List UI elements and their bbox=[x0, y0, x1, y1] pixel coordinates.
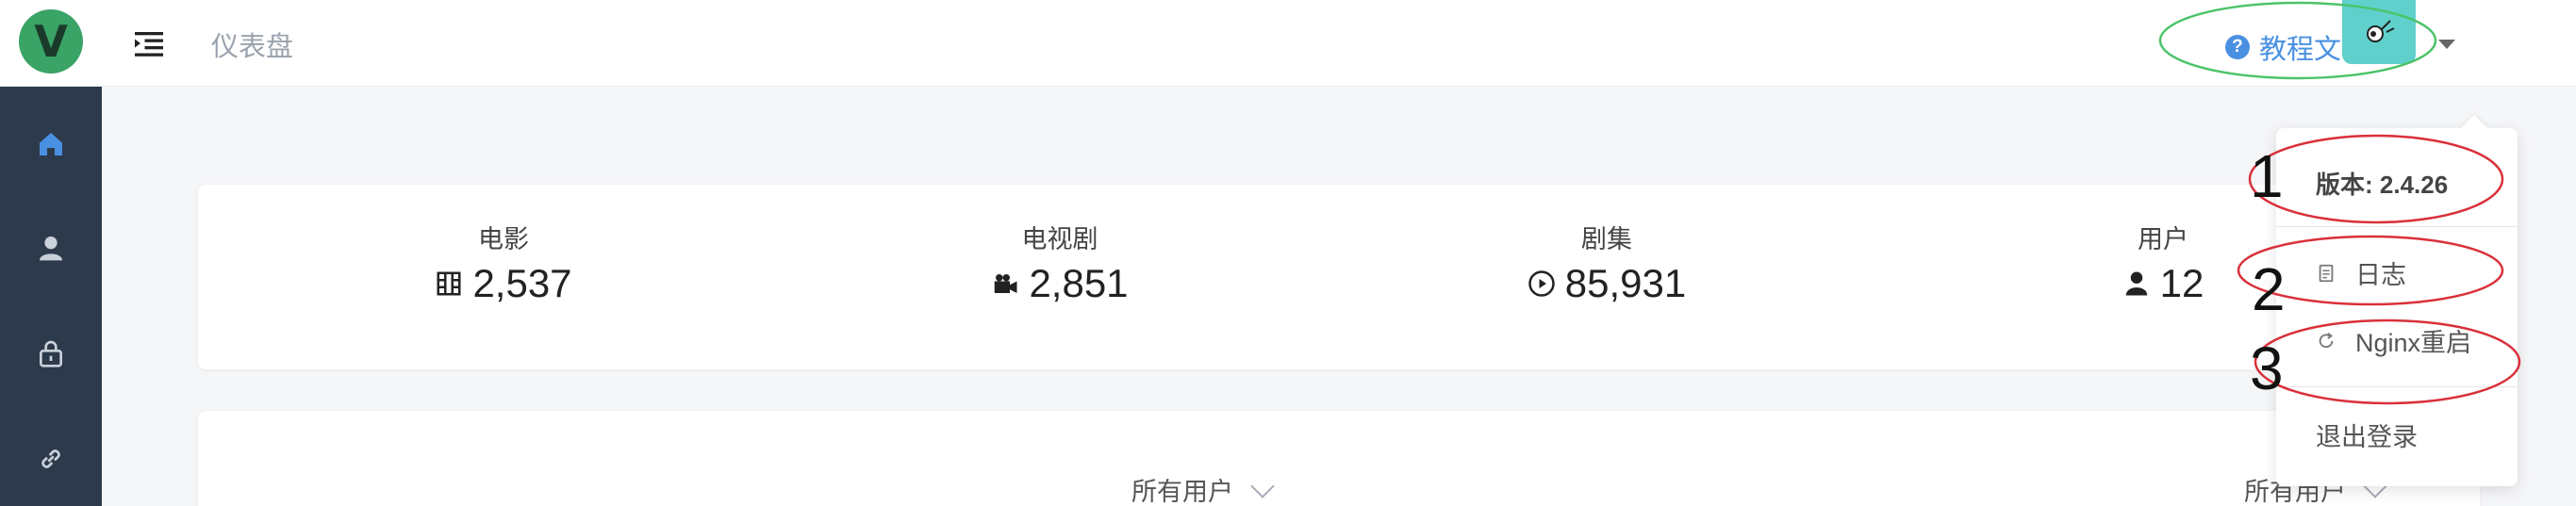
annotation-number: 1 bbox=[2250, 142, 2284, 210]
sidebar: V bbox=[0, 0, 102, 506]
stat-episodes: 剧集 85,931 bbox=[1418, 219, 1795, 306]
lock-icon bbox=[40, 340, 62, 367]
stat-label: 电视剧 bbox=[1021, 225, 1098, 253]
refresh-icon bbox=[2319, 332, 2334, 348]
stats-card: 电影 2,537 电视剧 2,851 剧集 85,931 用户 12 bbox=[198, 185, 2480, 369]
annotation-number: 3 bbox=[2250, 335, 2284, 402]
sidebar-item-lock[interactable] bbox=[0, 311, 102, 396]
sidebar-item-user[interactable] bbox=[0, 205, 102, 290]
sidebar-item-home[interactable] bbox=[0, 102, 102, 187]
version-text: 版本: 2.4.26 bbox=[2316, 171, 2449, 199]
filter-card: 所有用户 所有用户 bbox=[198, 411, 2480, 506]
page-title: 仪表盘 bbox=[211, 32, 294, 62]
avatar[interactable] bbox=[2342, 0, 2416, 64]
menu-toggle-icon[interactable] bbox=[132, 26, 166, 60]
user-filter-select[interactable]: 所有用户 bbox=[1131, 471, 1275, 506]
stat-value: 2,537 bbox=[472, 261, 572, 305]
menu-item-logout[interactable]: 退出登录 bbox=[2316, 416, 2418, 453]
user-dropdown-menu: 版本: 2.4.26 日志 Nginx重启 退出登录 bbox=[2276, 128, 2518, 486]
video-camera-icon bbox=[995, 274, 1017, 293]
stat-value: 12 bbox=[2159, 261, 2204, 305]
filter-label: 所有用户 bbox=[1131, 478, 1233, 506]
user-icon bbox=[2125, 271, 2147, 296]
play-circle-icon bbox=[1528, 270, 1555, 297]
app-logo[interactable]: V bbox=[19, 9, 83, 73]
menu-item-label: 日志 bbox=[2355, 261, 2406, 289]
logo-letter: V bbox=[34, 16, 68, 67]
menu-divider bbox=[2276, 226, 2518, 227]
stat-label: 电影 bbox=[478, 225, 529, 253]
menu-item-log[interactable]: 日志 bbox=[2316, 254, 2406, 291]
film-icon bbox=[437, 271, 461, 296]
stat-value: 85,931 bbox=[1564, 261, 1687, 305]
user-icon bbox=[40, 237, 62, 261]
sidebar-item-link[interactable] bbox=[0, 416, 102, 501]
link-icon bbox=[41, 449, 60, 468]
annotation-number: 2 bbox=[2252, 255, 2286, 323]
chevron-down-icon bbox=[1250, 473, 1275, 498]
stat-value: 2,851 bbox=[1029, 261, 1129, 305]
logo-area: V bbox=[0, 0, 102, 87]
chevron-down-icon[interactable] bbox=[2438, 40, 2455, 49]
document-icon bbox=[2319, 264, 2334, 282]
menu-item-label: 退出登录 bbox=[2316, 423, 2418, 451]
menu-item-label: Nginx重启 bbox=[2355, 329, 2472, 357]
stat-tv: 电视剧 2,851 bbox=[871, 219, 1248, 306]
menu-item-nginx-restart[interactable]: Nginx重启 bbox=[2316, 322, 2471, 359]
question-circle-icon: ? bbox=[2224, 35, 2250, 59]
stat-label: 剧集 bbox=[1581, 225, 1632, 253]
menu-divider bbox=[2276, 386, 2518, 387]
stat-movies: 电影 2,537 bbox=[315, 219, 692, 306]
avatar-image bbox=[2367, 20, 2395, 42]
home-icon bbox=[40, 133, 62, 155]
